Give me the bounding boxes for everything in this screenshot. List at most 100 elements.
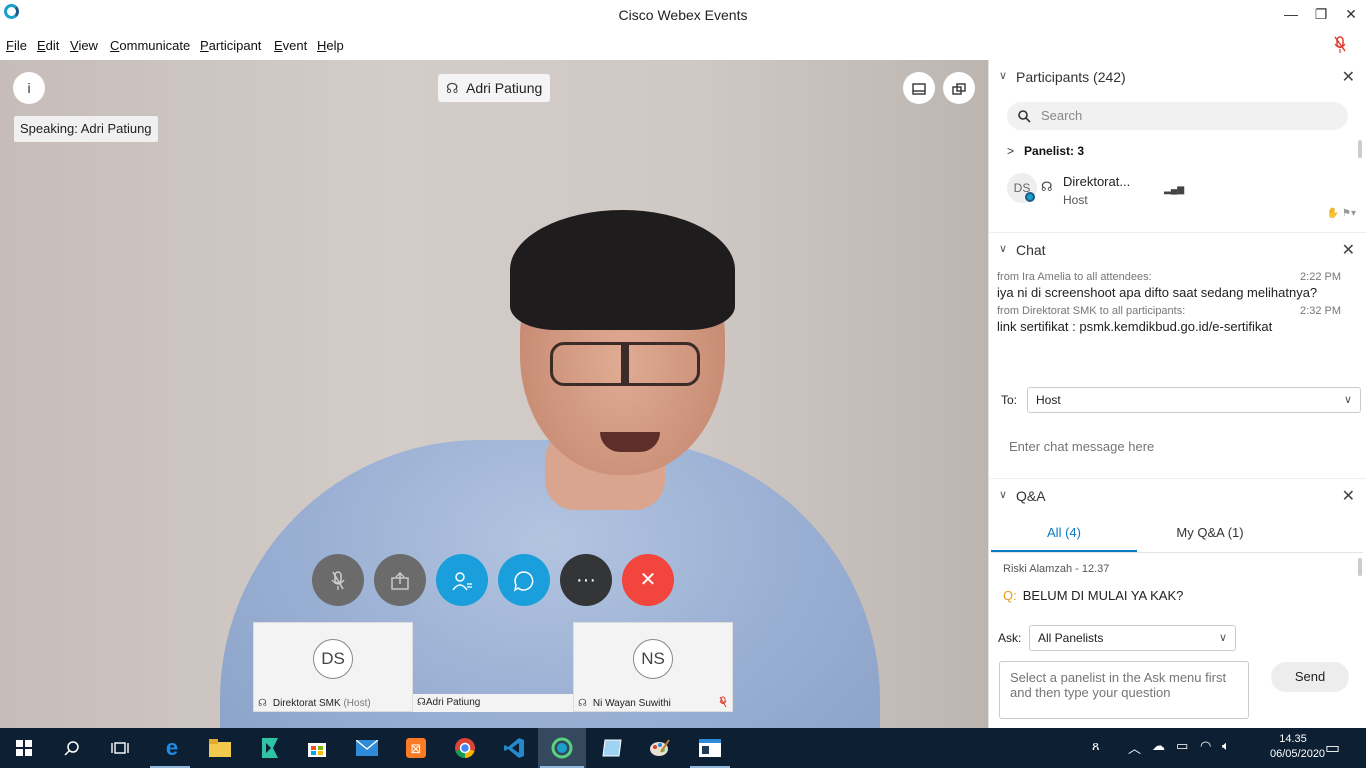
tab-divider bbox=[991, 552, 1363, 553]
share-button[interactable] bbox=[374, 554, 426, 606]
chat-button[interactable] bbox=[498, 554, 550, 606]
participants-button[interactable] bbox=[436, 554, 488, 606]
chat-bubble-icon bbox=[513, 570, 534, 592]
chevron-up-icon[interactable]: ︿ bbox=[1128, 738, 1141, 757]
mute-button[interactable] bbox=[312, 554, 364, 606]
question-prefix: Q: bbox=[1003, 588, 1017, 603]
wifi-icon[interactable]: ◠ bbox=[1200, 738, 1211, 754]
video-person-glasses bbox=[550, 342, 700, 386]
pop-out-button[interactable] bbox=[943, 72, 975, 104]
qa-header[interactable]: ∨ Q&A ✕ bbox=[989, 478, 1366, 512]
menu-participant[interactable]: Participant bbox=[200, 38, 261, 53]
flag-icon[interactable]: ⚑▾ bbox=[1342, 208, 1356, 219]
menu-help[interactable]: Help bbox=[317, 38, 344, 53]
close-participants-button[interactable]: ✕ bbox=[1342, 67, 1355, 87]
headset-icon: ☊ bbox=[578, 698, 587, 709]
search-icon bbox=[1018, 102, 1031, 130]
pop-out-icon bbox=[952, 83, 966, 95]
edge-browser-icon[interactable]: e bbox=[160, 736, 184, 760]
thumbnail-direktorat-smk[interactable]: DS ☊ Direktorat SMK (Host) bbox=[253, 622, 413, 712]
menu-file[interactable]: File bbox=[6, 38, 27, 53]
menu-edit-label: dit bbox=[45, 38, 60, 53]
webex-badge-icon bbox=[1025, 192, 1035, 202]
file-explorer-icon[interactable] bbox=[208, 736, 232, 760]
menu-edit[interactable]: Edit bbox=[37, 38, 59, 53]
thumbnail-name-text: Direktorat SMK bbox=[272, 698, 341, 709]
people-icon[interactable]: ጸ bbox=[1092, 738, 1100, 754]
chat-message-input[interactable] bbox=[997, 424, 1357, 468]
close-window-button[interactable]: ✕ bbox=[1336, 4, 1366, 24]
tab-my-qa[interactable]: My Q&A (1) bbox=[1137, 525, 1283, 553]
close-chat-button[interactable]: ✕ bbox=[1342, 240, 1355, 260]
vscode-icon[interactable] bbox=[502, 736, 526, 760]
task-view-icon[interactable] bbox=[108, 736, 132, 760]
chevron-down-icon[interactable]: ∨ bbox=[999, 488, 1007, 501]
battery-icon[interactable]: ▭ bbox=[1176, 738, 1188, 754]
menu-participant-key: P bbox=[200, 38, 209, 53]
store-icon[interactable] bbox=[305, 736, 329, 760]
restore-button[interactable]: ❐ bbox=[1306, 4, 1336, 24]
close-qa-button[interactable]: ✕ bbox=[1342, 486, 1355, 506]
participant-name[interactable]: Direktorat... bbox=[1063, 174, 1130, 189]
windows-start-icon[interactable] bbox=[12, 736, 36, 760]
notification-icon[interactable]: ▭ bbox=[1325, 738, 1340, 758]
webex-taskbar-icon[interactable] bbox=[550, 736, 574, 760]
participant-search-input[interactable]: Search bbox=[1007, 102, 1348, 130]
muted-mic-icon[interactable] bbox=[1334, 36, 1346, 54]
volume-icon[interactable]: 🔈︎ bbox=[1222, 738, 1230, 754]
thumbnail-name: ☊ Direktorat SMK (Host) bbox=[258, 698, 371, 709]
window-title: Cisco Webex Events bbox=[618, 7, 748, 23]
avatar: DS bbox=[313, 639, 353, 679]
send-question-button[interactable]: Send bbox=[1271, 662, 1349, 692]
menu-view[interactable]: View bbox=[70, 38, 98, 53]
participants-header[interactable]: ∨ Participants (242) ✕ bbox=[989, 60, 1366, 94]
chevron-down-icon[interactable]: ∨ bbox=[999, 242, 1007, 255]
participants-scrollbar[interactable] bbox=[1358, 140, 1362, 158]
thumbnail-ni-wayan-suwithi[interactable]: NS ☊ Ni Wayan Suwithi bbox=[573, 622, 733, 712]
question-item[interactable]: Q: BELUM DI MULAI YA KAK? bbox=[1003, 588, 1183, 603]
panelist-group-toggle[interactable]: > Panelist: 3 bbox=[1007, 144, 1084, 158]
terminal-window-icon[interactable] bbox=[698, 736, 722, 760]
question-input[interactable] bbox=[999, 661, 1249, 719]
menu-event-label: vent bbox=[282, 38, 308, 53]
menu-file-key: F bbox=[6, 38, 14, 53]
menu-participant-label: articipant bbox=[208, 38, 262, 53]
ask-recipient-value: All Panelists bbox=[1038, 631, 1104, 645]
chat-text: link sertifikat : psmk.kemdikbud.go.id/e… bbox=[997, 319, 1273, 334]
side-panel: ∨ Participants (242) ✕ Search > Panelist:… bbox=[988, 60, 1366, 728]
menu-event[interactable]: Event bbox=[274, 38, 307, 53]
mail-icon[interactable] bbox=[355, 736, 379, 760]
thumbnail-adri-patiung[interactable]: ☊Adri Patiung bbox=[413, 694, 573, 712]
chrome-icon[interactable] bbox=[453, 736, 477, 760]
avatar: NS bbox=[633, 639, 673, 679]
chat-title: Chat bbox=[1016, 242, 1046, 258]
headset-icon: ☊ bbox=[417, 697, 426, 708]
layout-button[interactable] bbox=[903, 72, 935, 104]
tab-all-questions[interactable]: All (4) bbox=[991, 525, 1137, 553]
active-speaker-label: ☊ Adri Patiung bbox=[438, 74, 551, 102]
chevron-right-icon: > bbox=[1007, 144, 1015, 158]
cloud-icon[interactable]: ☁ bbox=[1152, 738, 1165, 754]
video-stage[interactable] bbox=[0, 60, 988, 728]
chevron-down-icon[interactable]: ∨ bbox=[999, 69, 1007, 82]
xampp-icon[interactable]: ⊠ bbox=[404, 736, 428, 760]
chat-recipient-value: Host bbox=[1036, 393, 1061, 407]
participants-icon bbox=[452, 571, 472, 591]
info-icon: i bbox=[27, 80, 31, 96]
search-icon[interactable] bbox=[60, 736, 84, 760]
menu-communicate[interactable]: Communicate bbox=[110, 38, 190, 53]
system-clock[interactable]: 14.35 06/05/2020 bbox=[1270, 732, 1325, 762]
ask-recipient-select[interactable]: All Panelists ∨ bbox=[1029, 625, 1236, 651]
active-speaker-name: Adri Patiung bbox=[466, 80, 543, 96]
more-options-button[interactable]: ··· bbox=[560, 554, 612, 606]
qa-scrollbar[interactable] bbox=[1358, 558, 1362, 576]
leave-meeting-button[interactable]: ✕ bbox=[622, 554, 674, 606]
filmora-icon[interactable] bbox=[258, 736, 282, 760]
chat-header[interactable]: ∨ Chat ✕ bbox=[989, 232, 1366, 266]
notepad-icon[interactable] bbox=[600, 736, 624, 760]
meeting-info-button[interactable]: i bbox=[13, 72, 45, 104]
paint-icon[interactable] bbox=[648, 736, 672, 760]
raise-hand-icon[interactable]: ✋ bbox=[1327, 208, 1339, 219]
chat-recipient-select[interactable]: Host ∨ bbox=[1027, 387, 1361, 413]
minimize-button[interactable]: — bbox=[1276, 4, 1306, 24]
